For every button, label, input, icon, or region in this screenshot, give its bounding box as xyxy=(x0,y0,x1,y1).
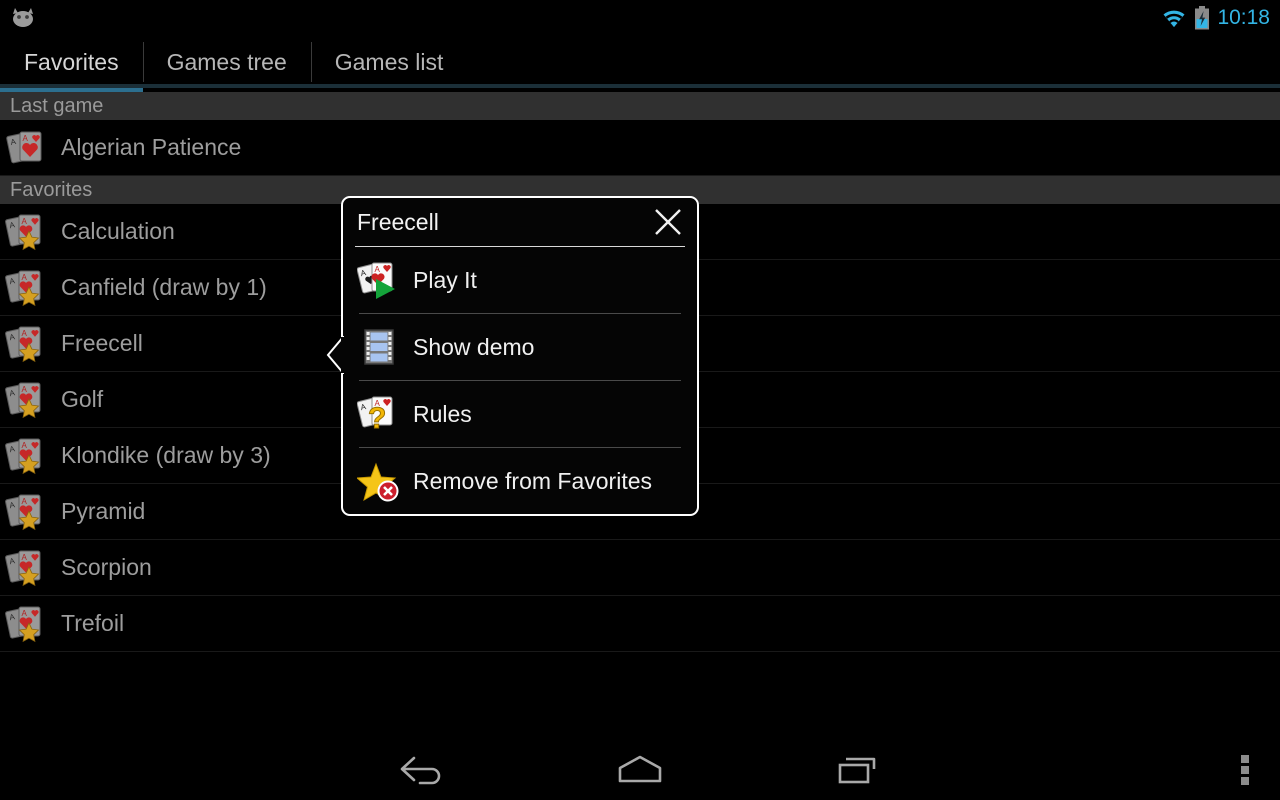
dialog-header: Freecell xyxy=(343,198,697,246)
svg-text:A: A xyxy=(23,134,29,143)
list-item-label: Calculation xyxy=(61,218,175,244)
tab-games-tree-label: Games tree xyxy=(166,48,287,75)
cards-heart-icon: A A xyxy=(6,131,42,163)
status-icons: 10:18 xyxy=(1161,6,1270,30)
app-screen: 10:18 Favorites Games tree Games list La… xyxy=(0,0,1280,800)
list-item-label: Pyramid xyxy=(61,498,146,524)
battery-charging-icon xyxy=(1195,6,1210,30)
menu-item-label: Rules xyxy=(413,400,472,427)
overflow-menu-icon[interactable] xyxy=(1234,747,1256,791)
cards-star-icon: A A xyxy=(5,550,41,586)
recents-icon[interactable] xyxy=(830,749,886,789)
cards-play-icon: A A xyxy=(357,262,395,299)
cards-star-icon: A A xyxy=(5,214,41,250)
tab-bar: Favorites Games tree Games list xyxy=(0,36,1280,92)
home-icon[interactable] xyxy=(608,749,672,789)
menu-item-rules[interactable]: A A ? Rules xyxy=(343,381,697,447)
cards-star-icon: A A xyxy=(5,606,41,642)
svg-text:A: A xyxy=(22,441,28,450)
cards-star-icon: A A xyxy=(5,382,41,418)
cards-star-icon: A A xyxy=(5,326,41,362)
dialog-pointer-tail xyxy=(326,336,344,374)
list-item[interactable]: A A Trefoil xyxy=(0,596,1280,652)
svg-text:A: A xyxy=(22,609,28,618)
film-strip-icon xyxy=(364,329,394,365)
svg-text:?: ? xyxy=(368,402,386,435)
tab-games-list-label: Games list xyxy=(334,48,444,75)
cards-star-icon: A A xyxy=(5,438,41,474)
menu-item-remove-from-favorites[interactable]: Remove from Favorites xyxy=(343,448,697,514)
list-item-label: Scorpion xyxy=(61,554,152,580)
svg-text:A: A xyxy=(375,265,381,274)
dialog-title: Freecell xyxy=(357,208,439,235)
tab-favorites[interactable]: Favorites xyxy=(0,36,143,92)
svg-text:A: A xyxy=(22,385,28,394)
menu-item-label: Play It xyxy=(413,266,477,293)
list-item[interactable]: A A Scorpion xyxy=(0,540,1280,596)
list-item[interactable]: A A Algerian Patience xyxy=(0,120,1280,176)
tab-games-list[interactable]: Games list xyxy=(310,36,468,88)
wifi-icon xyxy=(1163,10,1185,27)
list-item-label: Trefoil xyxy=(61,610,125,636)
list-item-label: Canfield (draw by 1) xyxy=(61,274,267,300)
svg-text:A: A xyxy=(22,217,28,226)
star-remove-icon xyxy=(357,462,399,502)
tab-favorites-label: Favorites xyxy=(24,48,119,75)
cards-question-icon: A A ? xyxy=(357,396,393,435)
game-context-dialog: Freecell A A Play It Show demo A A ? Rul… xyxy=(326,196,699,516)
status-bar: 10:18 xyxy=(0,0,1280,36)
menu-item-label: Show demo xyxy=(413,333,535,360)
list-item-label: Algerian Patience xyxy=(61,134,242,160)
svg-text:A: A xyxy=(22,553,28,562)
list-item-label: Klondike (draw by 3) xyxy=(61,442,271,468)
svg-text:A: A xyxy=(22,273,28,282)
status-clock: 10:18 xyxy=(1217,6,1270,29)
cards-star-icon: A A xyxy=(5,270,41,306)
back-icon[interactable] xyxy=(394,749,450,789)
menu-item-play-it[interactable]: A A Play It xyxy=(343,247,697,313)
close-icon[interactable] xyxy=(651,205,685,239)
tab-games-tree[interactable]: Games tree xyxy=(142,36,311,88)
section-header-last-game: Last game xyxy=(0,92,1280,120)
cards-star-icon: A A xyxy=(5,494,41,530)
svg-text:A: A xyxy=(22,497,28,506)
system-navigation-bar xyxy=(0,738,1280,800)
list-item-label: Freecell xyxy=(61,330,143,356)
menu-item-show-demo[interactable]: Show demo xyxy=(343,314,697,380)
android-head-icon xyxy=(13,8,33,27)
tab-bar-underline xyxy=(0,84,1280,88)
list-item-label: Golf xyxy=(61,386,104,412)
svg-text:A: A xyxy=(22,329,28,338)
menu-item-label: Remove from Favorites xyxy=(413,467,653,494)
